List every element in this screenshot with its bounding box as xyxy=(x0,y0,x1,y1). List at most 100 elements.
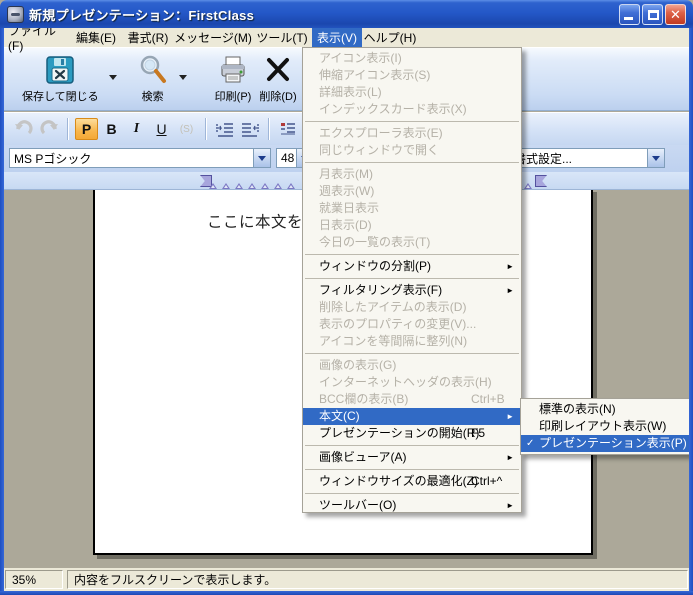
submenu-arrow-icon: ► xyxy=(506,258,514,275)
window-title: 新規プレゼンテーション：FirstClass xyxy=(29,5,254,24)
delete-label: 削除(D) xyxy=(259,88,296,104)
tab-stop-marker[interactable] xyxy=(274,179,282,189)
tab-stop-marker[interactable] xyxy=(261,179,269,189)
submenu-item-standard-view[interactable]: 標準の表示(N) xyxy=(521,401,689,418)
menu-item-toolbar[interactable]: ツールバー(O)► xyxy=(303,497,521,514)
menubar: ファイル(F) 編集(E) 書式(R) メッセージ(M) ツール(T) 表示(V… xyxy=(4,28,689,47)
redo-icon xyxy=(39,120,59,138)
menu-item-icon-view: アイコン表示(I) xyxy=(303,50,521,67)
submenu-item-print-layout-view[interactable]: 印刷レイアウト表示(W) xyxy=(521,418,689,435)
window-border-right xyxy=(689,28,693,595)
italic-button[interactable]: I xyxy=(125,118,148,140)
close-button[interactable]: ✕ xyxy=(665,4,686,25)
menu-edit[interactable]: 編集(E) xyxy=(70,28,122,47)
statusbar: 35% 内容をフルスクリーンで表示します。 xyxy=(4,568,689,591)
menu-item-workday-view: 就業日表示 xyxy=(303,200,521,217)
right-margin-marker[interactable] xyxy=(535,175,547,187)
menu-help[interactable]: ヘルプ(H) xyxy=(362,28,418,47)
font-family-value: MS Pゴシック xyxy=(10,149,253,167)
menu-tools[interactable]: ツール(T) xyxy=(252,28,312,47)
search-dropdown-arrow-icon[interactable] xyxy=(179,75,187,84)
list-style-button[interactable] xyxy=(276,118,299,140)
underline-button[interactable]: U xyxy=(150,118,173,140)
toolbar-separator xyxy=(268,118,269,140)
search-magnifier-icon xyxy=(137,54,169,86)
save-close-button[interactable]: 保存して閉じる xyxy=(18,50,103,108)
bold-button[interactable]: B xyxy=(100,118,123,140)
minimize-button[interactable] xyxy=(619,4,640,25)
tab-stop-marker[interactable] xyxy=(248,179,256,189)
maximize-button[interactable] xyxy=(642,4,663,25)
shortcut-label: Ctrl+B xyxy=(471,391,505,408)
check-icon: ✓ xyxy=(526,435,534,452)
menu-item-filtering-view[interactable]: フィルタリング表示(F)► xyxy=(303,282,521,299)
search-button[interactable]: 検索 xyxy=(133,50,173,108)
print-label: 印刷(P) xyxy=(215,88,252,104)
app-window: 新規プレゼンテーション：FirstClass ✕ ファイル(F) 編集(E) 書… xyxy=(0,0,693,595)
menu-item-day-view: 日表示(D) xyxy=(303,217,521,234)
menu-item-start-presentation[interactable]: プレゼンテーションの開始(R)F5 xyxy=(303,425,521,442)
print-button[interactable]: 印刷(P) xyxy=(211,50,256,108)
submenu-arrow-icon: ► xyxy=(506,497,514,514)
undo-icon xyxy=(14,120,34,138)
toolbar-separator xyxy=(67,118,68,140)
font-family-combo[interactable]: MS Pゴシック xyxy=(9,148,271,168)
menu-item-show-images: 画像の表示(G) xyxy=(303,357,521,374)
titlebar[interactable]: 新規プレゼンテーション：FirstClass ✕ xyxy=(0,0,693,28)
tab-stop-marker[interactable] xyxy=(235,179,243,189)
indent-increase-button[interactable] xyxy=(213,118,236,140)
menu-file[interactable]: ファイル(F) xyxy=(8,28,70,47)
menu-message[interactable]: メッセージ(M) xyxy=(174,28,252,47)
menu-separator xyxy=(305,121,519,122)
delete-x-icon xyxy=(262,54,294,86)
tab-stop-marker[interactable] xyxy=(222,179,230,189)
plain-style-button[interactable]: P xyxy=(75,118,98,140)
font-family-dropdown-button[interactable] xyxy=(253,149,270,167)
submenu-arrow-icon: ► xyxy=(506,282,514,299)
delete-button[interactable]: 削除(D) xyxy=(255,50,300,108)
menu-view[interactable]: 表示(V) xyxy=(312,28,362,47)
style-preset-dropdown-button[interactable] xyxy=(647,149,664,167)
menu-format[interactable]: 書式(R) xyxy=(122,28,174,47)
chevron-down-icon xyxy=(652,156,660,165)
menu-item-explorer-view: エクスプローラ表示(E) xyxy=(303,125,521,142)
submenu-arrow-icon: ► xyxy=(506,449,514,466)
menu-item-split-window[interactable]: ウィンドウの分割(P)► xyxy=(303,258,521,275)
redo-button[interactable] xyxy=(37,118,60,140)
tab-stop-marker[interactable] xyxy=(287,179,295,189)
zoom-level[interactable]: 35% xyxy=(5,570,63,589)
window-border-left xyxy=(0,28,4,595)
style-preset-value: 書式設定... xyxy=(510,149,647,167)
menu-item-change-view-properties: 表示のプロパティの変更(V)... xyxy=(303,316,521,333)
style-preset-combo[interactable]: 書式設定... xyxy=(509,148,665,168)
menu-separator xyxy=(305,254,519,255)
submenu-arrow-icon: ► xyxy=(506,408,514,425)
chevron-down-icon xyxy=(258,156,266,165)
floppy-disk-icon xyxy=(44,54,76,86)
menu-item-week-view: 週表示(W) xyxy=(303,183,521,200)
menu-separator xyxy=(305,469,519,470)
window-border-bottom xyxy=(0,591,693,595)
menu-item-optimize-window-size[interactable]: ウィンドウサイズの最適化(Z)Ctrl+^ xyxy=(303,473,521,490)
submenu-item-presentation-view[interactable]: ✓プレゼンテーション表示(P) xyxy=(521,435,689,452)
indent-decrease-button[interactable] xyxy=(238,118,261,140)
tab-stop-marker[interactable] xyxy=(524,179,532,189)
shortcut-label: Ctrl+^ xyxy=(471,473,502,490)
indent-decrease-icon xyxy=(241,122,259,137)
indent-increase-icon xyxy=(216,122,234,137)
save-close-dropdown-arrow-icon[interactable] xyxy=(109,75,117,84)
menu-item-index-card-view: インデックスカード表示(X) xyxy=(303,101,521,118)
status-message: 内容をフルスクリーンで表示します。 xyxy=(67,570,688,589)
search-label: 検索 xyxy=(142,88,164,104)
spacing-button[interactable]: (S) xyxy=(175,118,198,140)
menu-separator xyxy=(305,445,519,446)
menu-item-image-viewer[interactable]: 画像ビューア(A)► xyxy=(303,449,521,466)
menu-separator xyxy=(305,353,519,354)
menu-separator xyxy=(305,493,519,494)
menu-separator xyxy=(305,162,519,163)
menu-item-body[interactable]: 本文(C)► xyxy=(303,408,521,425)
undo-button[interactable] xyxy=(12,118,35,140)
printer-icon xyxy=(217,54,249,86)
minimize-icon xyxy=(624,17,633,20)
tab-stop-marker[interactable] xyxy=(209,179,217,189)
